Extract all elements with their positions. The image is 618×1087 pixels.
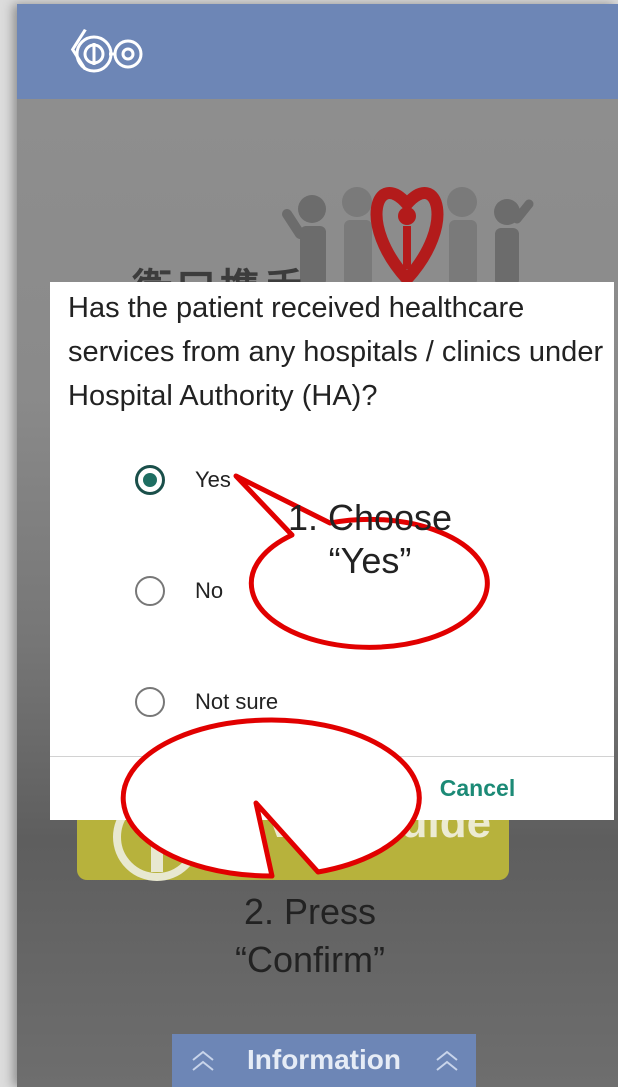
- callout-step-1: 1. Choose “Yes”: [233, 473, 490, 650]
- callout-step-1-line-1: 1. Choose: [288, 497, 452, 538]
- callout-step-2-line-2: “Confirm”: [235, 939, 385, 980]
- callout-overlay: 1. Choose “Yes” 2. Press “Confirm”: [120, 473, 490, 980]
- callout-step-1-line-2: “Yes”: [329, 540, 412, 581]
- callout-step-2-line-1: 2. Press: [244, 891, 376, 932]
- callout-step-2: 2. Press “Confirm”: [120, 717, 422, 980]
